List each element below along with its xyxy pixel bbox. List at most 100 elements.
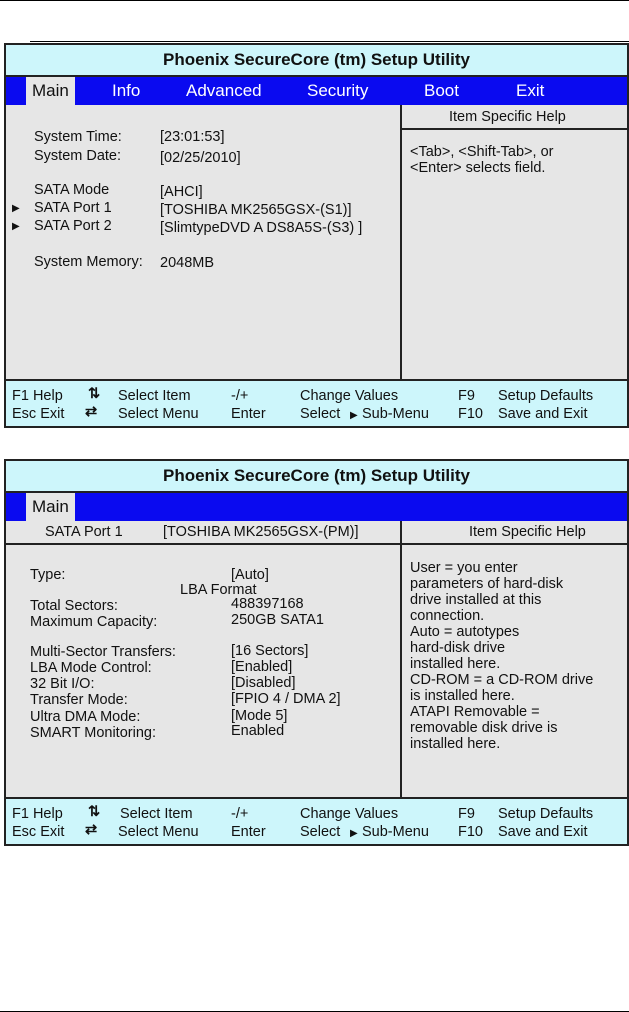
smart-value: Enabled (231, 723, 285, 739)
key-select-menu: Select Menu (118, 406, 199, 422)
help-text: User = you enter (410, 560, 518, 576)
key-esc-exit: Esc Exit (12, 406, 65, 422)
key-setup-defaults: Setup Defaults (498, 388, 594, 404)
tab-main[interactable]: Main (26, 77, 75, 105)
help-text: ATAPI Removable = (410, 704, 540, 720)
tab-exit[interactable]: Exit (516, 77, 544, 105)
help-text: installed here. (410, 656, 501, 672)
key-select: Select (300, 406, 341, 422)
key-select: Select (300, 824, 341, 840)
key-minus-plus: -/+ (231, 388, 249, 404)
key-legend: F1 Help ⇅ Select Item -/+ Change Values … (6, 797, 627, 844)
transfer-mode-label: Transfer Mode: (30, 692, 128, 708)
key-f10: F10 (458, 406, 483, 422)
header-rule (30, 41, 629, 42)
tab-boot[interactable]: Boot (424, 77, 459, 105)
transfer-mode-value[interactable]: [FPIO 4 / DMA 2] (231, 691, 341, 707)
help-text: hard-disk drive (410, 640, 506, 656)
ultra-dma-label: Ultra DMA Mode: (30, 709, 141, 725)
system-memory-value: 2048MB (160, 255, 215, 271)
system-time-label: System Time: (34, 129, 122, 145)
submenu-arrow-icon: ▶ (350, 828, 358, 839)
up-down-arrows-icon: ⇅ (88, 804, 101, 820)
subheader-rule (6, 543, 627, 545)
key-legend: F1 Help ⇅ Select Item -/+ Change Values … (6, 379, 627, 426)
page-top-rule (0, 0, 629, 1)
left-right-arrows-icon: ⇄ (85, 404, 98, 420)
ultra-dma-value[interactable]: [Mode 5] (231, 708, 287, 724)
key-select-item: Select Item (118, 388, 191, 404)
system-memory-label: System Memory: (34, 254, 143, 270)
help-text: drive installed at this (410, 592, 542, 608)
sata-mode-label: SATA Mode (34, 182, 110, 198)
key-save-exit: Save and Exit (498, 824, 588, 840)
lba-mode-label: LBA Mode Control: (30, 660, 152, 676)
bios-main-screen: Phoenix SecureCore (tm) Setup Utility Ma… (4, 43, 629, 428)
up-down-arrows-icon: ⇅ (88, 386, 101, 402)
key-f1-help: F1 Help (12, 388, 63, 404)
help-text: parameters of hard-disk (410, 576, 564, 592)
total-sectors-value: 488397168 (231, 596, 304, 612)
help-text: <Tab>, <Shift-Tab>, or (410, 144, 554, 160)
total-sectors-label: Total Sectors: (30, 598, 118, 614)
type-value[interactable]: [Auto] (231, 567, 269, 583)
key-setup-defaults: Setup Defaults (498, 806, 594, 822)
help-title-rule (402, 128, 627, 130)
tab-advanced[interactable]: Advanced (186, 77, 262, 105)
menu-bar: Main (6, 493, 627, 521)
system-date-label: System Date: (34, 148, 122, 164)
help-text: connection. (410, 608, 485, 624)
sata-port2-value[interactable]: [SlimtypeDVD A DS8A5S-(S3) ] (160, 220, 362, 236)
submenu-arrow-icon: ▶ (12, 203, 20, 214)
bios-title: Phoenix SecureCore (tm) Setup Utility (6, 45, 627, 77)
left-right-arrows-icon: ⇄ (85, 822, 98, 838)
system-time-value[interactable]: [23:01:53] (160, 129, 225, 145)
tab-security[interactable]: Security (307, 77, 368, 105)
multi-sector-value[interactable]: [16 Sectors] (231, 643, 308, 659)
help-text: removable disk drive is (410, 720, 558, 736)
max-capacity-value: 250GB SATA1 (231, 612, 324, 628)
help-title: Item Specific Help (449, 109, 566, 125)
submenu-title: SATA Port 1 (45, 524, 123, 540)
32bit-io-value[interactable]: [Disabled] (231, 675, 295, 691)
help-text: CD-ROM = a CD-ROM drive (410, 672, 594, 688)
tab-main[interactable]: Main (26, 493, 75, 521)
key-change-values: Change Values (300, 806, 399, 822)
key-change-values: Change Values (300, 388, 399, 404)
key-enter: Enter (231, 824, 266, 840)
menu-bar: Main Info Advanced Security Boot Exit (6, 77, 627, 105)
manual-page: Phoenix SecureCore (tm) Setup Utility Ma… (0, 0, 629, 1012)
lba-mode-value[interactable]: [Enabled] (231, 659, 292, 675)
multi-sector-label: Multi-Sector Transfers: (30, 644, 176, 660)
key-minus-plus: -/+ (231, 806, 249, 822)
sata-port2-label[interactable]: SATA Port 2 (34, 218, 112, 234)
tab-info[interactable]: Info (112, 77, 140, 105)
key-select-item: Select Item (120, 806, 193, 822)
key-esc-exit: Esc Exit (12, 824, 65, 840)
help-text: <Enter> selects field. (410, 160, 546, 176)
key-f1-help: F1 Help (12, 806, 63, 822)
key-f10: F10 (458, 824, 483, 840)
key-select-menu: Select Menu (118, 824, 199, 840)
sata-mode-value[interactable]: [AHCI] (160, 184, 203, 200)
type-label: Type: (30, 567, 66, 583)
key-sub-menu: Sub-Menu (362, 824, 429, 840)
submenu-device: [TOSHIBA MK2565GSX-(PM)] (163, 524, 359, 540)
submenu-arrow-icon: ▶ (12, 221, 20, 232)
sata-port1-label[interactable]: SATA Port 1 (34, 200, 112, 216)
max-capacity-label: Maximum Capacity: (30, 614, 158, 630)
key-f9: F9 (458, 388, 475, 404)
key-sub-menu: Sub-Menu (362, 406, 429, 422)
key-save-exit: Save and Exit (498, 406, 588, 422)
submenu-arrow-icon: ▶ (350, 410, 358, 421)
bios-title: Phoenix SecureCore (tm) Setup Utility (6, 461, 627, 493)
help-text: Auto = autotypes (410, 624, 520, 640)
panel-divider (400, 521, 402, 797)
help-title: Item Specific Help (469, 524, 586, 540)
key-f9: F9 (458, 806, 475, 822)
bios-sata-port-screen: Phoenix SecureCore (tm) Setup Utility Ma… (4, 459, 629, 846)
smart-label: SMART Monitoring: (30, 725, 156, 741)
sata-port1-value[interactable]: [TOSHIBA MK2565GSX-(S1)] (160, 202, 352, 218)
system-date-value[interactable]: [02/25/2010] (160, 150, 241, 166)
32bit-io-label: 32 Bit I/O: (30, 676, 95, 692)
